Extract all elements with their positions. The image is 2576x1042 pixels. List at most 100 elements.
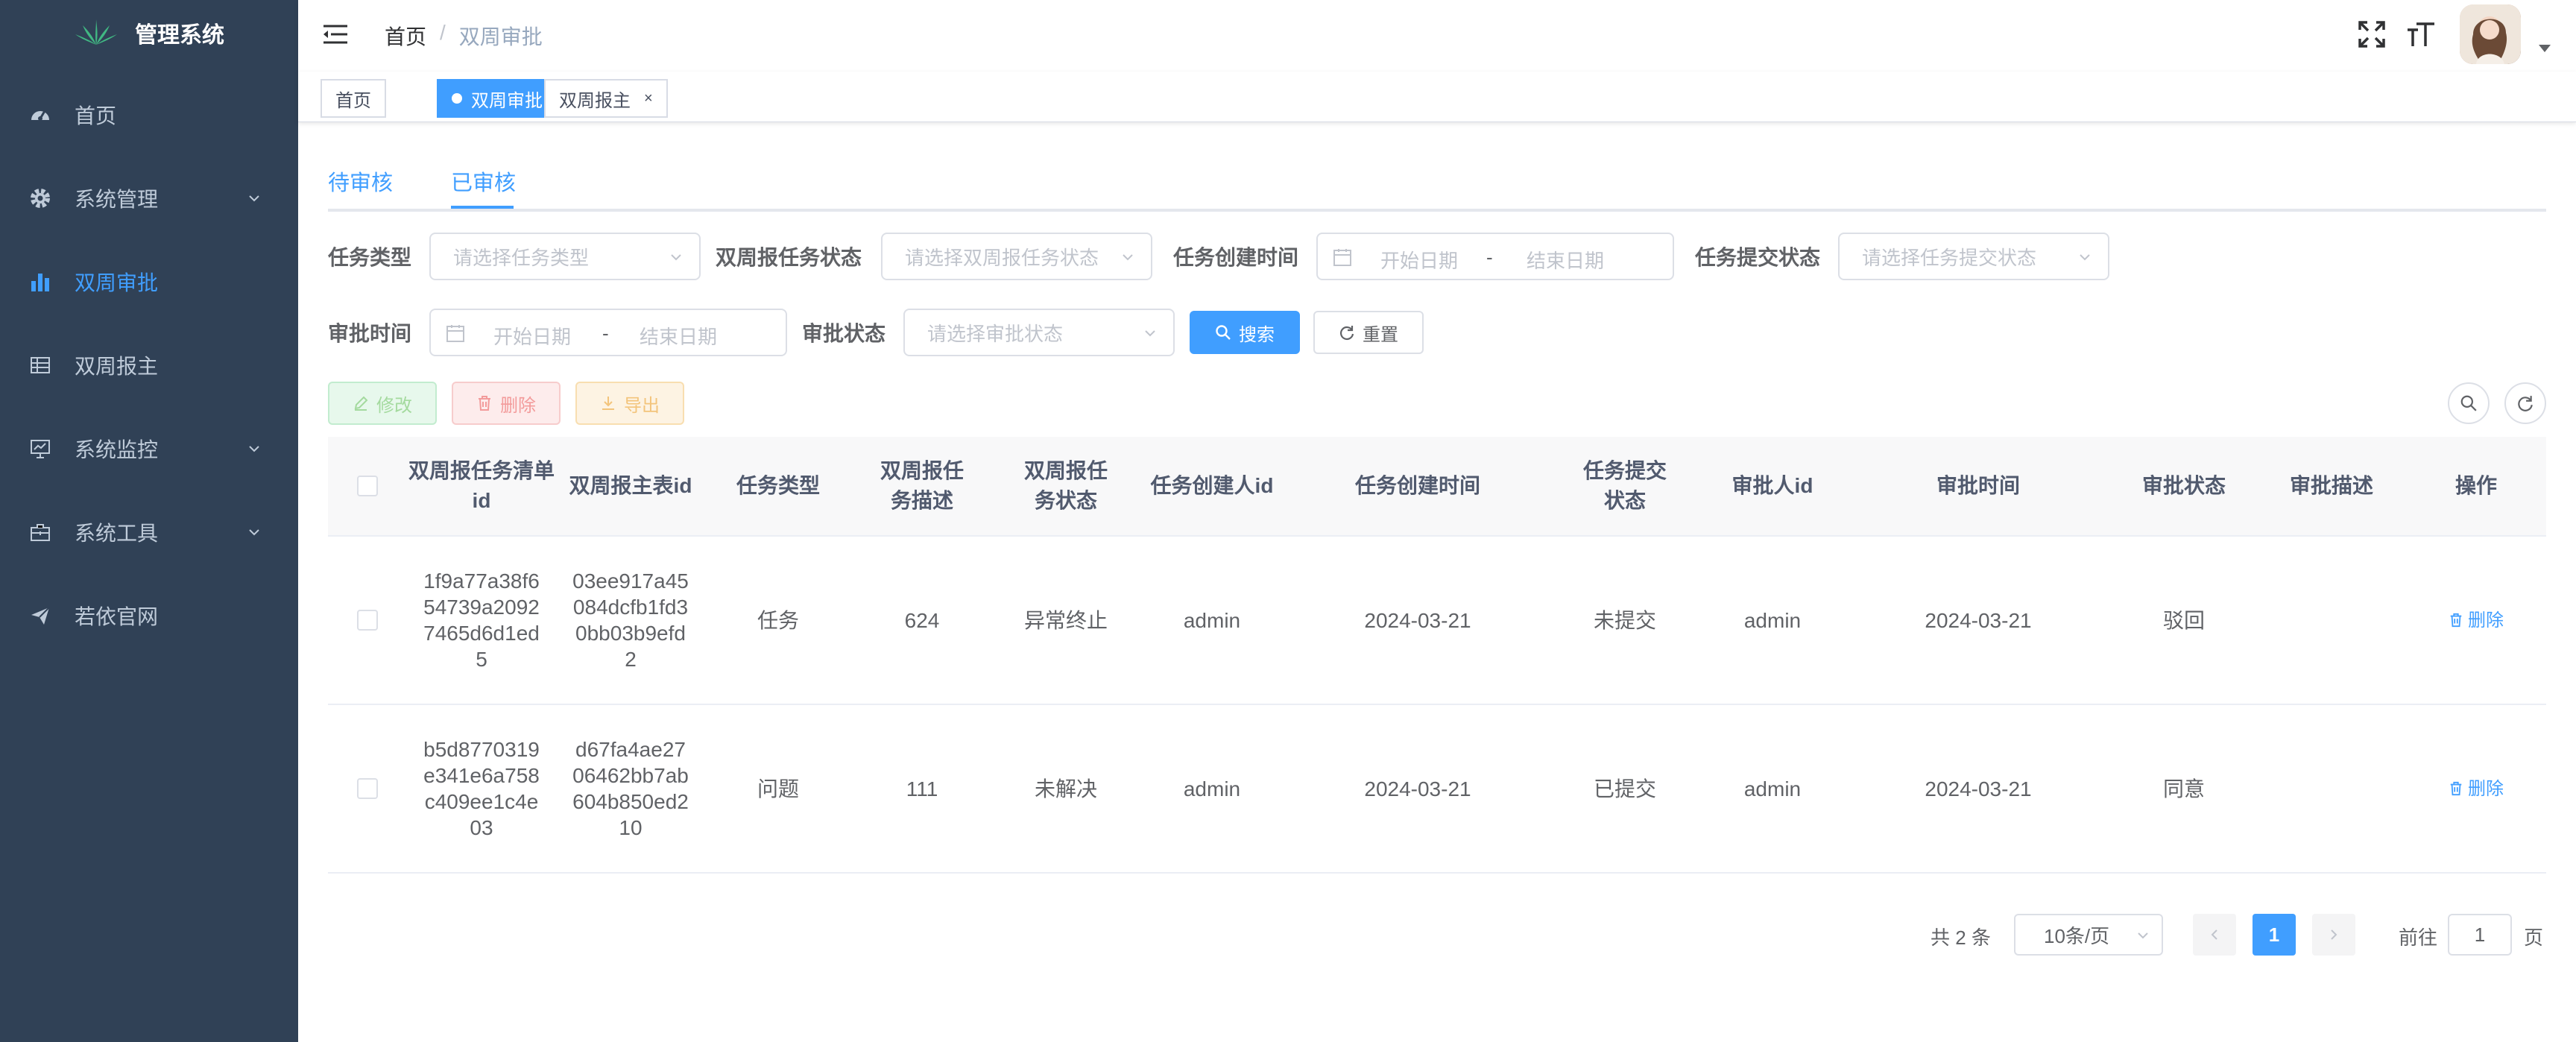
monitor-icon bbox=[28, 437, 52, 461]
goto-page-value: 1 bbox=[2474, 923, 2486, 946]
edit-button[interactable]: 修改 bbox=[328, 382, 437, 425]
start-date-input[interactable]: 开始日期 bbox=[1380, 246, 1458, 274]
chevron-down-icon bbox=[2080, 254, 2090, 261]
column-header: 双周报任务清单id bbox=[408, 459, 555, 512]
table-cell bbox=[2257, 705, 2406, 872]
sidebar-item-ruoyi-site[interactable]: 若依官网 bbox=[0, 574, 298, 657]
delete-button-label: 删除 bbox=[500, 395, 536, 416]
prev-page-button[interactable] bbox=[2193, 914, 2236, 956]
column-header: 双周报任务状态 bbox=[1023, 459, 1108, 512]
next-page-button[interactable] bbox=[2312, 914, 2355, 956]
row-select-cell bbox=[328, 705, 407, 872]
column-header: 双周报主表id bbox=[569, 474, 692, 497]
table-cell: admin bbox=[1183, 777, 1241, 801]
submit-status-select[interactable]: 请选择任务提交状态 bbox=[1838, 233, 2109, 280]
gear-icon bbox=[28, 186, 52, 210]
approve-status-label: 审批状态 bbox=[802, 322, 886, 345]
end-date-input[interactable]: 结束日期 bbox=[640, 322, 717, 350]
column-header: 任务类型 bbox=[736, 474, 820, 497]
column-header: 审批人id bbox=[1731, 474, 1813, 497]
delete-button[interactable]: 删除 bbox=[452, 382, 561, 425]
sidebar-item-system-management[interactable]: 系统管理 bbox=[0, 157, 298, 240]
row-delete-button[interactable]: 删除 bbox=[2449, 776, 2504, 802]
breadcrumb-separator: / bbox=[440, 21, 446, 44]
table-cell: 同意 bbox=[2162, 777, 2205, 801]
table-row: 1f9a77a38f654739a20927465d6d1ed5 03ee917… bbox=[328, 537, 2546, 705]
close-icon[interactable]: × bbox=[644, 90, 653, 107]
tab-pending[interactable]: 待审核 bbox=[328, 165, 393, 197]
sidebar-item-label: 首页 bbox=[75, 104, 117, 127]
start-date-input[interactable]: 开始日期 bbox=[493, 322, 571, 350]
refresh-button[interactable] bbox=[2504, 382, 2546, 424]
chevron-down-icon bbox=[249, 529, 259, 536]
table-cell: 已提交 bbox=[1593, 777, 1656, 801]
row-checkbox[interactable] bbox=[357, 610, 378, 631]
export-button[interactable]: 导出 bbox=[575, 382, 684, 425]
search-button[interactable]: 搜索 bbox=[1190, 311, 1300, 354]
tag-home[interactable]: 首页 bbox=[321, 79, 386, 118]
tag-label: 双周报主 bbox=[559, 90, 631, 111]
row-delete-label: 删除 bbox=[2468, 778, 2504, 799]
create-time-range[interactable]: 开始日期 - 结束日期 bbox=[1316, 233, 1674, 280]
trash-icon bbox=[2450, 781, 2462, 796]
sidebar-item-label: 系统工具 bbox=[75, 522, 159, 545]
sidebar-item-biweekly-report[interactable]: 双周报主 bbox=[0, 323, 298, 407]
trash-icon bbox=[479, 396, 490, 411]
biweekly-status-select[interactable]: 请选择双周报任务状态 bbox=[881, 233, 1152, 280]
sidebar-item-biweekly-approval[interactable]: 双周审批 bbox=[0, 240, 298, 323]
chevron-right-icon bbox=[2331, 929, 2337, 940]
active-dot-icon bbox=[452, 93, 462, 104]
toggle-search-button[interactable] bbox=[2448, 382, 2490, 424]
column-header: 任务创建人id bbox=[1150, 474, 1274, 497]
sidebar-item-label: 系统监控 bbox=[75, 438, 159, 461]
download-icon bbox=[602, 397, 614, 410]
caret-down-icon[interactable] bbox=[2539, 45, 2551, 52]
sidebar-item-home[interactable]: 首页 bbox=[0, 73, 298, 157]
approve-status-select[interactable]: 请选择审批状态 bbox=[903, 309, 1175, 356]
sidebar-item-system-monitor[interactable]: 系统监控 bbox=[0, 407, 298, 490]
tag-biweekly-report[interactable]: 双周报主 × bbox=[544, 79, 668, 118]
tab-reviewed[interactable]: 已审核 bbox=[451, 165, 516, 197]
hamburger-icon[interactable] bbox=[322, 21, 349, 48]
avatar[interactable] bbox=[2460, 4, 2521, 64]
reset-button[interactable]: 重置 bbox=[1313, 311, 1424, 354]
page-number-current[interactable]: 1 bbox=[2253, 914, 2296, 956]
logo: 管理系统 bbox=[0, 0, 298, 66]
column-header: 任务创建时间 bbox=[1354, 474, 1480, 497]
approve-time-range[interactable]: 开始日期 - 结束日期 bbox=[429, 309, 787, 356]
select-placeholder: 请选择审批状态 bbox=[927, 322, 1064, 345]
page-size-select[interactable]: 10条/页 bbox=[2014, 914, 2163, 956]
row-select-cell bbox=[328, 537, 407, 704]
page-size-value: 10条/页 bbox=[2044, 924, 2110, 947]
date-separator: - bbox=[1486, 246, 1493, 268]
header-select-cell bbox=[328, 437, 407, 535]
row-checkbox[interactable] bbox=[357, 778, 378, 799]
task-type-select[interactable]: 请选择任务类型 bbox=[429, 233, 701, 280]
select-placeholder: 请选择任务类型 bbox=[453, 246, 590, 269]
table-cell: admin bbox=[1743, 777, 1802, 801]
approval-tabs: 待审核 已审核 bbox=[328, 149, 2546, 212]
approve-time-label: 审批时间 bbox=[328, 322, 412, 345]
table-cell: admin bbox=[1183, 608, 1241, 632]
table-cell bbox=[2257, 537, 2406, 704]
search-icon bbox=[1216, 325, 1231, 340]
select-all-checkbox[interactable] bbox=[357, 476, 378, 496]
biweekly-status-label: 双周报任务状态 bbox=[716, 246, 862, 269]
goto-page-input[interactable]: 1 bbox=[2448, 914, 2512, 956]
pagination-total: 共 2 条 bbox=[1931, 926, 1991, 949]
edit-button-label: 修改 bbox=[376, 395, 412, 416]
sidebar-item-system-tools[interactable]: 系统工具 bbox=[0, 490, 298, 574]
sidebar-item-label: 若依官网 bbox=[75, 605, 159, 628]
end-date-input[interactable]: 结束日期 bbox=[1527, 246, 1604, 274]
sidebar-item-label: 双周审批 bbox=[75, 271, 159, 294]
sidebar-item-label: 双周报主 bbox=[75, 355, 159, 378]
breadcrumb-home[interactable]: 首页 bbox=[385, 21, 426, 51]
row-delete-button[interactable]: 删除 bbox=[2449, 607, 2504, 634]
dashboard-icon bbox=[28, 103, 52, 127]
table-cell: 1f9a77a38f654739a20927465d6d1ed5 bbox=[423, 569, 540, 671]
font-size-icon[interactable] bbox=[2406, 19, 2436, 49]
table-icon bbox=[28, 353, 52, 377]
fullscreen-icon[interactable] bbox=[2357, 19, 2387, 49]
select-placeholder: 请选择双周报任务状态 bbox=[905, 246, 1099, 269]
action-cell: 删除 bbox=[2406, 537, 2546, 704]
